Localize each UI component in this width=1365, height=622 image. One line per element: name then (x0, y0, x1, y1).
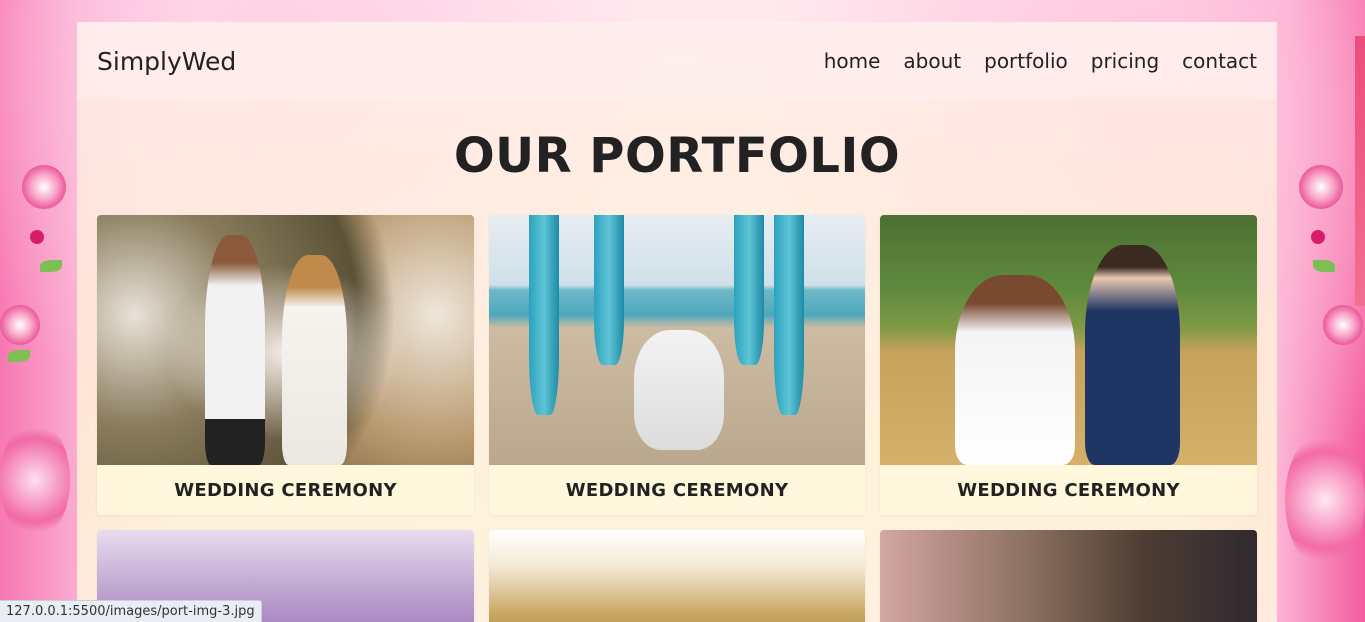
portfolio-card[interactable] (880, 530, 1257, 622)
portfolio-image-beach-canopy[interactable] (489, 215, 865, 465)
nav-link-pricing[interactable]: pricing (1091, 49, 1159, 73)
pink-side-strip (1355, 36, 1365, 306)
nav-link-home[interactable]: home (824, 49, 881, 73)
left-blossom-decoration (0, 0, 80, 622)
portfolio-image-sunset-couple[interactable] (489, 530, 865, 622)
portfolio-image-bouquet[interactable] (880, 530, 1257, 622)
nav-link-portfolio[interactable]: portfolio (984, 49, 1068, 73)
portfolio-card[interactable]: WEDDING CEREMONY (97, 215, 474, 515)
card-caption: WEDDING CEREMONY (174, 479, 397, 501)
navbar: SimplyWed home about portfolio pricing c… (77, 22, 1277, 100)
right-blossom-decoration (1285, 0, 1365, 622)
brand-logo[interactable]: SimplyWed (97, 47, 236, 76)
browser-status-url: 127.0.0.1:5500/images/port-img-3.jpg (0, 600, 262, 622)
portfolio-grid: WEDDING CEREMONY WEDDING CEREMONY WEDDIN… (97, 215, 1257, 622)
portfolio-card[interactable]: WEDDING CEREMONY (880, 215, 1257, 515)
nav-link-contact[interactable]: contact (1182, 49, 1257, 73)
portfolio-card[interactable]: WEDDING CEREMONY (489, 215, 865, 515)
card-caption: WEDDING CEREMONY (957, 479, 1180, 501)
card-caption: WEDDING CEREMONY (565, 479, 789, 501)
nav-links: home about portfolio pricing contact (824, 49, 1257, 73)
portfolio-card[interactable] (489, 530, 865, 622)
portfolio-image-couple-floral-arch[interactable] (97, 215, 474, 465)
section-heading: OUR PORTFOLIO (453, 128, 901, 184)
portfolio-image-couple-field[interactable] (880, 215, 1257, 465)
nav-link-about[interactable]: about (903, 49, 961, 73)
